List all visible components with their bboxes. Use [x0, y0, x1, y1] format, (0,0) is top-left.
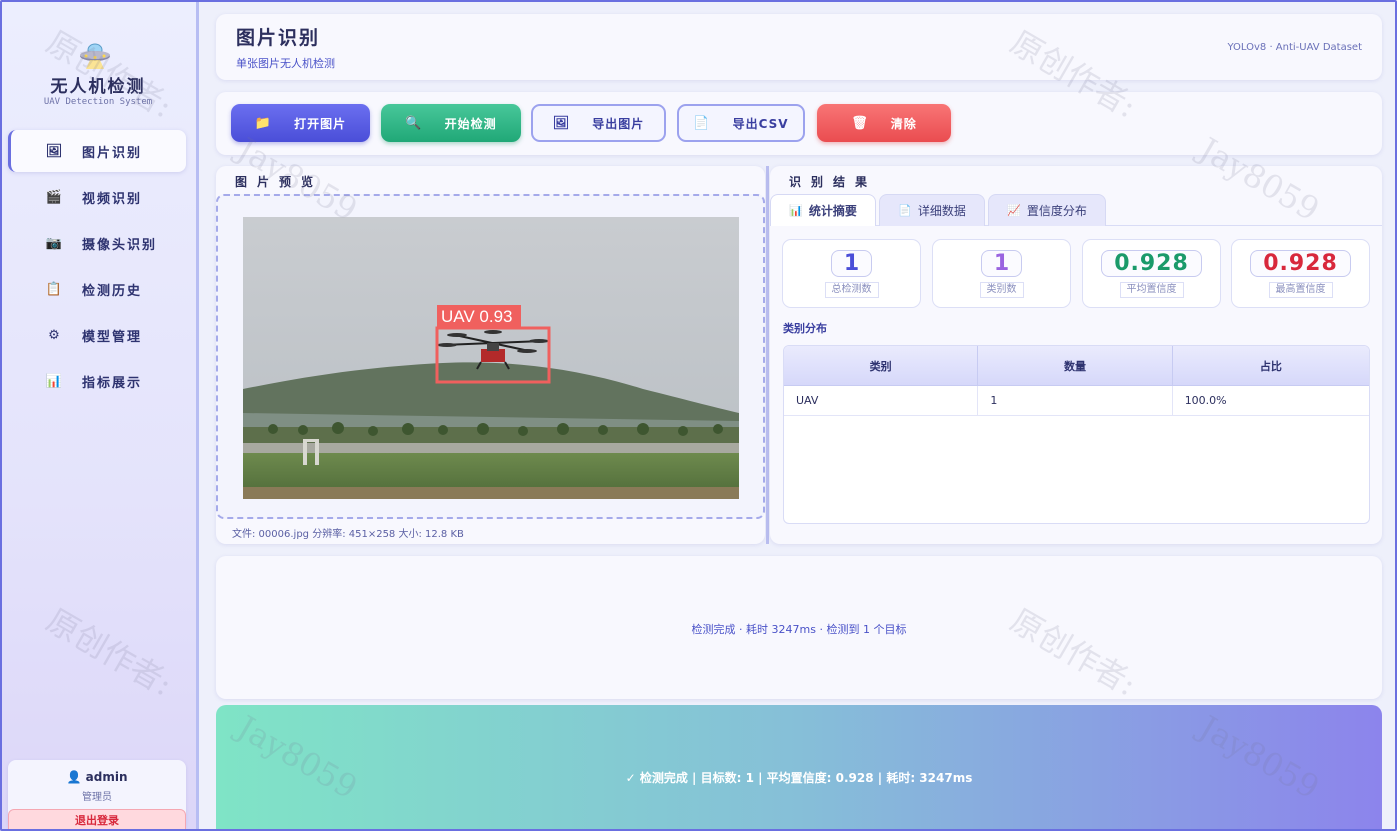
sidebar-item-label: 摄像头识别	[82, 237, 158, 253]
tab-details[interactable]: 📄 详细数据	[879, 194, 985, 226]
image-preview-panel: 图片预览 UAV 0.93 文件: 00006.jpg 分辨率: 451×258…	[216, 166, 765, 544]
preview-image: UAV 0.93	[243, 217, 739, 499]
stat-label: 最高置信度	[1268, 282, 1333, 298]
app-title: 无人机检测	[50, 77, 146, 97]
start-detection-button[interactable]: 🔍 开始检测	[381, 104, 521, 142]
toolbar: 📁 打开图片 🔍 开始检测 🖼 导出图片 📄 导出CSV 🗑 清除	[216, 92, 1382, 155]
clear-button[interactable]: 🗑 清除	[817, 104, 951, 142]
export-csv-button[interactable]: 📄 导出CSV	[677, 104, 805, 142]
results-panel: 识别结果 📊 统计摘要 📄 详细数据 📈 置信度分布 1 总检测数 1 类别数 …	[770, 166, 1382, 544]
folder-icon: 📁	[254, 115, 273, 131]
stat-value: 0.928	[1101, 250, 1202, 277]
trash-icon: 🗑	[851, 115, 869, 131]
stat-label: 平均置信度	[1119, 282, 1184, 298]
sidebar-item-video-detection[interactable]: 🎬 视频识别	[8, 176, 186, 218]
stat-max-confidence: 0.928 最高置信度	[1231, 239, 1370, 308]
table-cell: 1	[978, 386, 1173, 415]
stat-value: 1	[980, 250, 1023, 277]
stat-value: 1	[830, 250, 873, 277]
status-message: ✓ 检测完成 | 目标数: 1 | 平均置信度: 0.928 | 耗时: 324…	[625, 771, 973, 785]
file-info: 文件: 00006.jpg 分辨率: 451×258 大小: 12.8 KB	[232, 529, 464, 540]
sidebar-item-history[interactable]: 📋 检测历史	[8, 268, 186, 310]
column-header[interactable]: 数量	[978, 346, 1173, 385]
dataset-label: YOLOv8 · Anti-UAV Dataset	[1227, 42, 1362, 53]
camera-icon: 📷	[45, 235, 65, 251]
class-distribution-table: 类别 数量 占比 UAV 1 100.0%	[783, 345, 1370, 524]
document-icon: 📄	[898, 204, 912, 217]
sidebar-item-label: 检测历史	[82, 283, 143, 299]
image-icon: 🖼	[45, 143, 65, 159]
sidebar-item-metrics[interactable]: 📊 指标展示	[8, 360, 186, 402]
image-icon: 🖼	[552, 115, 571, 131]
ufo-logo-icon	[78, 38, 112, 72]
user-name: 👤 admin	[66, 770, 128, 784]
page-subtitle: 单张图片无人机检测	[236, 57, 335, 70]
page-header: 图片识别 单张图片无人机检测 YOLOv8 · Anti-UAV Dataset	[216, 14, 1382, 80]
search-icon: 🔍	[405, 115, 423, 131]
table-cell: UAV	[784, 386, 979, 415]
sidebar-nav: 🖼 图片识别 🎬 视频识别 📷 摄像头识别 📋 检测历史 ⚙ 模型管理 📊 指标…	[8, 130, 186, 406]
page-title: 图片识别	[236, 27, 321, 49]
sidebar-item-label: 指标展示	[82, 375, 143, 391]
column-header[interactable]: 占比	[1173, 346, 1369, 385]
bar-chart-icon: 📊	[45, 373, 65, 389]
clapperboard-icon: 🎬	[45, 189, 65, 205]
results-tabs: 📊 统计摘要 📄 详细数据 📈 置信度分布	[770, 194, 1382, 226]
tab-summary[interactable]: 📊 统计摘要	[770, 194, 876, 226]
sidebar-item-label: 图片识别	[82, 145, 143, 161]
table-cell: 100.0%	[1184, 394, 1227, 407]
status-banner: ✓ 检测完成 | 目标数: 1 | 平均置信度: 0.928 | 耗时: 324…	[216, 705, 1382, 831]
stat-label: 总检测数	[824, 282, 879, 298]
sidebar-item-label: 模型管理	[82, 329, 143, 345]
logout-button[interactable]: 退出登录	[8, 809, 186, 831]
results-title: 识别结果	[789, 175, 878, 189]
document-icon: 📄	[693, 115, 711, 131]
detection-label: UAV 0.93	[441, 307, 513, 326]
log-message: 检测完成 · 耗时 3247ms · 检测到 1 个目标	[691, 623, 907, 636]
column-header[interactable]: 类别	[784, 346, 979, 385]
gear-icon: ⚙	[48, 327, 62, 343]
preview-title: 图片预览	[235, 175, 324, 189]
sidebar-item-image-detection[interactable]: 🖼 图片识别	[8, 130, 186, 172]
stat-average-confidence: 0.928 平均置信度	[1082, 239, 1221, 308]
sidebar-item-label: 视频识别	[82, 191, 143, 207]
stat-label: 类别数	[979, 282, 1024, 298]
tab-confidence[interactable]: 📈 置信度分布	[988, 194, 1106, 226]
sidebar-item-camera-detection[interactable]: 📷 摄像头识别	[8, 222, 186, 264]
stat-value: 0.928	[1250, 250, 1351, 277]
bar-chart-icon: 📊	[789, 204, 803, 217]
line-chart-icon: 📈	[1007, 204, 1021, 217]
stat-class-count: 1 类别数	[932, 239, 1071, 308]
sidebar: 无人机检测 UAV Detection System 🖼 图片识别 🎬 视频识别…	[0, 0, 199, 831]
sidebar-item-model-management[interactable]: ⚙ 模型管理	[8, 314, 186, 356]
user-icon: 👤	[66, 770, 82, 784]
clipboard-icon: 📋	[45, 281, 65, 297]
app-subtitle: UAV Detection System	[43, 97, 153, 107]
distribution-title: 类别分布	[783, 322, 827, 335]
export-image-button[interactable]: 🖼 导出图片	[531, 104, 666, 142]
user-card: 👤 admin 管理员 退出登录	[8, 760, 186, 831]
open-image-button[interactable]: 📁 打开图片	[231, 104, 370, 142]
image-drop-area[interactable]: UAV 0.93	[216, 194, 765, 519]
stat-total-detections: 1 总检测数	[782, 239, 921, 308]
table-row[interactable]: UAV 1 100.0%	[784, 386, 1369, 416]
log-panel: 检测完成 · 耗时 3247ms · 检测到 1 个目标	[216, 556, 1382, 699]
table-header: 类别 数量 占比	[784, 346, 1369, 386]
panel-splitter[interactable]	[766, 166, 769, 544]
user-role: 管理员	[82, 792, 112, 803]
